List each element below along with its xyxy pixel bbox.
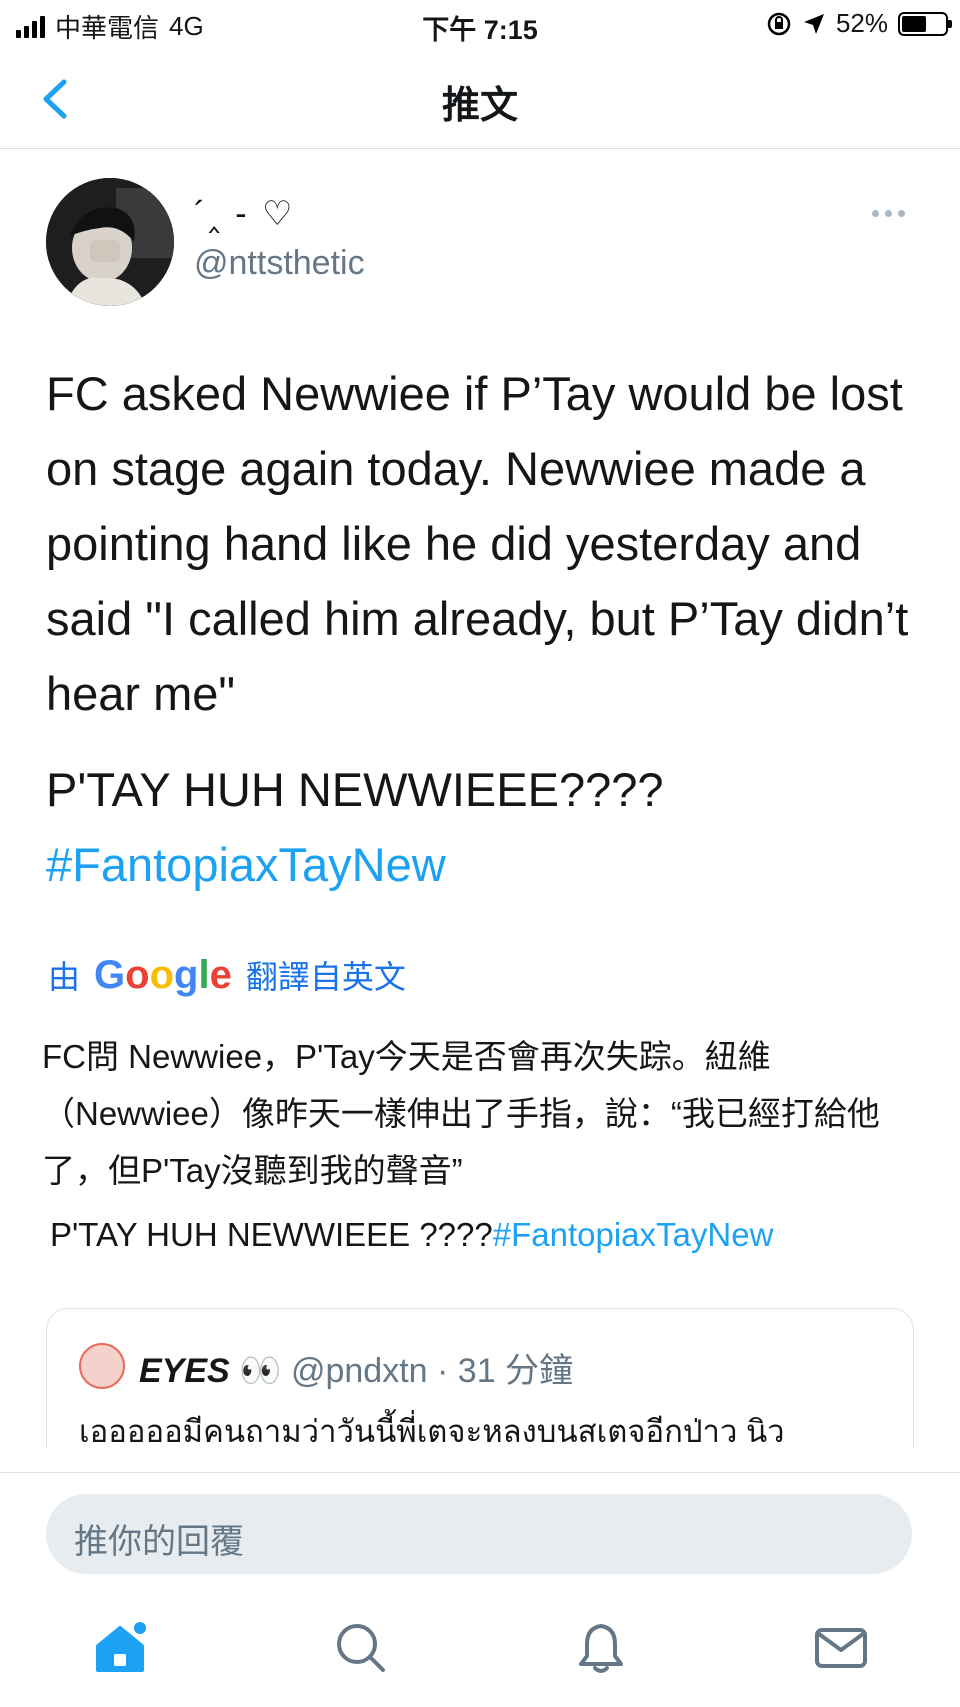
search-icon[interactable] bbox=[331, 1618, 391, 1678]
quoted-avatar bbox=[79, 1343, 125, 1389]
quoted-text: เอออออมีคนถามว่าวันนี้พี่เตจะหลงบนสเตจอี… bbox=[79, 1414, 785, 1449]
user-handle[interactable]: @nttsthetic bbox=[194, 244, 365, 283]
translation-header: 由 Google 翻譯自英文 bbox=[48, 952, 406, 998]
translation-suffix: 翻譯自英文 bbox=[245, 959, 406, 995]
translation-text: FC問 Newwiee，P'Tay今天是否會再次失踪。紐維（Newwiee）像昨… bbox=[42, 1038, 880, 1189]
reply-input[interactable]: 推你的回覆 bbox=[46, 1494, 912, 1574]
more-options-icon[interactable] bbox=[872, 206, 912, 220]
divider bbox=[0, 1472, 960, 1473]
translation-prefix: 由 bbox=[48, 959, 81, 995]
status-bar: 中華電信 4G 下午 7:15 52% bbox=[0, 0, 960, 48]
quoted-handle: @pndxtn bbox=[290, 1352, 428, 1390]
tweet-hashtag[interactable]: #FantopiaxTayNew bbox=[46, 827, 926, 902]
location-icon bbox=[803, 13, 824, 34]
tweet-text-shout: P'TAY HUH NEWWIEEE???? bbox=[46, 763, 664, 816]
avatar[interactable] bbox=[46, 178, 174, 306]
quoted-tweet[interactable]: EYES 👀 @pndxtn · 31 分鐘 เอออออมีคนถามว่าว… bbox=[46, 1308, 914, 1449]
translation-shout: P'TAY HUH NEWWIEEE ???? bbox=[50, 1216, 493, 1253]
quoted-emoji: 👀 bbox=[239, 1352, 282, 1390]
tweet-text-main: FC asked Newwiee if P’Tay would be lost … bbox=[46, 367, 909, 720]
reply-placeholder: 推你的回覆 bbox=[74, 1523, 244, 1561]
status-right: 52% bbox=[766, 8, 952, 39]
display-name[interactable]: ´‸ - ♡ bbox=[194, 194, 296, 234]
quoted-display-name: EYES bbox=[139, 1352, 230, 1390]
quoted-header: EYES 👀 @pndxtn · 31 分鐘 bbox=[139, 1343, 573, 1392]
tweet-text: FC asked Newwiee if P’Tay would be lost … bbox=[46, 356, 926, 731]
notifications-icon[interactable] bbox=[571, 1618, 631, 1678]
quoted-time: · 31 分鐘 bbox=[437, 1352, 574, 1390]
translation-text-extra: P'TAY HUH NEWWIEEE ????#FantopiaxTayNew bbox=[50, 1210, 930, 1260]
translation-hashtag[interactable]: #FantopiaxTayNew bbox=[493, 1216, 774, 1253]
page-title: 推文 bbox=[441, 85, 518, 127]
orientation-lock-icon bbox=[767, 12, 791, 35]
battery-icon bbox=[898, 11, 952, 36]
tweet-text-extra: P'TAY HUH NEWWIEEE???? #FantopiaxTayNew bbox=[46, 752, 926, 902]
tab-bar bbox=[0, 1596, 960, 1707]
nav-bar: 推文 bbox=[0, 50, 960, 149]
battery-percent: 52% bbox=[835, 8, 888, 38]
google-logo: Google bbox=[94, 952, 232, 997]
home-icon[interactable] bbox=[90, 1618, 150, 1678]
messages-icon[interactable] bbox=[811, 1618, 871, 1678]
